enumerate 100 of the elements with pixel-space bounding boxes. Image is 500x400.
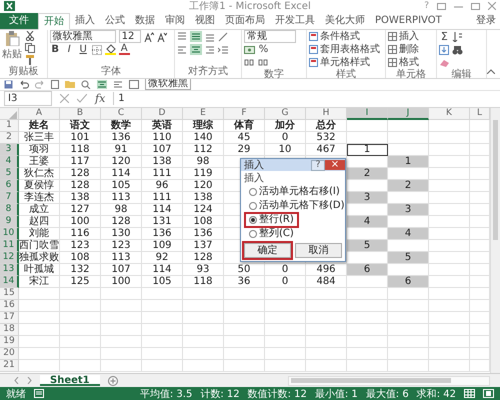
format-painter-icon[interactable] <box>25 54 35 65</box>
page-layout-view-icon[interactable] <box>483 389 494 398</box>
row-header[interactable]: 9 <box>0 216 19 228</box>
row-header[interactable]: 21 <box>0 360 19 372</box>
row-header[interactable]: 18 <box>0 324 19 336</box>
cells-menu-button[interactable]: 格式 <box>388 56 434 69</box>
row-header[interactable]: 12 <box>0 252 19 264</box>
normal-view-icon[interactable] <box>464 389 475 398</box>
decrease-decimal-icon[interactable] <box>258 58 269 68</box>
name-box[interactable]: I3 <box>4 91 52 106</box>
undo-icon[interactable] <box>19 80 29 89</box>
cells-menu-button[interactable]: 删除 <box>388 44 434 56</box>
styles-menu-button[interactable]: 单元格样式 <box>309 56 383 69</box>
row-header[interactable]: 17 <box>0 312 19 324</box>
row-header[interactable]: 5 <box>0 168 19 180</box>
column-header[interactable]: A <box>19 108 60 120</box>
decrease-font-size-icon[interactable] <box>156 32 167 42</box>
increase-decimal-icon[interactable] <box>244 58 255 68</box>
borders-icon[interactable] <box>129 80 139 89</box>
ribbon-tab[interactable]: 开发工具 <box>270 12 320 29</box>
underline-button[interactable]: U <box>78 44 89 56</box>
radio-option[interactable]: 活动单元格右移(I) <box>246 186 343 198</box>
collapse-ribbon-icon[interactable] <box>487 68 496 74</box>
row-header[interactable]: 10 <box>0 228 19 240</box>
maximize-icon[interactable] <box>471 2 480 10</box>
autosum-button[interactable]: Σ <box>439 31 450 42</box>
ribbon-tab[interactable]: POWERPIVOT <box>370 12 447 29</box>
increase-font-size-icon[interactable] <box>144 32 154 42</box>
align-left-icon[interactable] <box>113 80 123 89</box>
column-header[interactable]: J <box>388 108 429 120</box>
close-icon[interactable] <box>488 2 496 10</box>
styles-menu-button[interactable]: 条件格式 <box>309 30 383 43</box>
paste-button[interactable]: 粘贴 <box>2 30 22 61</box>
horizontal-scrollbar[interactable] <box>288 376 490 386</box>
ribbon-tab[interactable]: 视图 <box>190 12 220 29</box>
percent-button[interactable]: % <box>258 44 269 56</box>
row-header[interactable]: 1 <box>0 120 19 132</box>
radio-option[interactable]: 整行(R) <box>246 214 297 226</box>
column-header[interactable]: B <box>60 108 101 120</box>
borders-icon[interactable] <box>92 44 102 55</box>
row-header[interactable]: 7 <box>0 192 19 204</box>
font-size-field[interactable]: 12 <box>118 30 141 44</box>
copy-icon[interactable] <box>25 42 35 53</box>
styles-menu-button[interactable]: 套用表格格式 <box>309 44 383 56</box>
help-button[interactable]: ? <box>311 160 325 170</box>
save-icon[interactable] <box>4 80 13 89</box>
ribbon-tab[interactable]: 页面布局 <box>220 12 270 29</box>
row-header[interactable]: 15 <box>0 288 19 300</box>
insert-function-button[interactable]: fx <box>95 92 106 106</box>
ribbon-tab[interactable]: 插入 <box>70 12 100 29</box>
row-header[interactable]: 19 <box>0 336 19 348</box>
dialog-button[interactable]: 取消 <box>295 243 342 258</box>
previous-sheet-icon[interactable] <box>14 377 19 384</box>
ribbon-tab[interactable]: 审阅 <box>160 12 190 29</box>
font-color-button[interactable]: A <box>118 44 130 56</box>
row-header[interactable]: 13 <box>0 264 19 276</box>
new-file-icon[interactable] <box>51 80 59 89</box>
add-sheet-icon[interactable] <box>108 376 118 386</box>
indent-icon[interactable] <box>218 44 228 55</box>
sign-in-link[interactable]: 登录 <box>476 12 500 29</box>
align-left-icon[interactable] <box>176 44 187 55</box>
row-header[interactable]: 14 <box>0 276 19 288</box>
align-bottom-icon[interactable] <box>204 32 215 42</box>
column-header[interactable]: I <box>347 108 388 120</box>
row-header[interactable]: 8 <box>0 204 19 216</box>
row-header[interactable]: 2 <box>0 132 19 144</box>
ribbon-tab[interactable]: 文件 <box>0 12 38 29</box>
currency-icon[interactable] <box>244 44 255 55</box>
fill-color-icon[interactable] <box>104 44 116 56</box>
sheet-tab[interactable]: Sheet1 <box>40 375 100 386</box>
row-header[interactable]: 6 <box>0 180 19 192</box>
next-sheet-icon[interactable] <box>27 377 32 384</box>
ribbon-tab[interactable]: 开始 <box>38 12 70 30</box>
print-preview-icon[interactable] <box>81 80 91 89</box>
scissors-icon[interactable] <box>25 30 35 41</box>
checkmark-icon[interactable] <box>77 94 87 104</box>
row-header[interactable]: 20 <box>0 348 19 360</box>
macro-record-icon[interactable] <box>34 389 44 398</box>
align-middle-icon[interactable] <box>190 31 202 42</box>
align-right-icon[interactable] <box>204 44 215 55</box>
ribbon-tab[interactable]: 美化大师 <box>320 12 370 29</box>
dialog-button[interactable]: 确定 <box>244 243 291 258</box>
align-center-icon[interactable] <box>97 80 107 89</box>
column-header[interactable]: D <box>142 108 183 120</box>
ribbon-tab[interactable]: 公式 <box>100 12 130 29</box>
formula-input[interactable]: 1 <box>113 92 496 106</box>
italic-button[interactable]: I <box>64 44 75 56</box>
column-header[interactable]: F <box>224 108 265 120</box>
align-top-icon[interactable] <box>176 32 187 42</box>
close-button[interactable]: × <box>325 160 345 170</box>
row-header[interactable]: 11 <box>0 240 19 252</box>
cancel-icon[interactable] <box>60 94 69 104</box>
row-header[interactable]: 16 <box>0 300 19 312</box>
vertical-scrollbar[interactable] <box>490 108 500 373</box>
row-header[interactable]: 4 <box>0 156 19 168</box>
fill-down-icon[interactable] <box>439 44 450 55</box>
column-header[interactable]: E <box>183 108 224 120</box>
bold-button[interactable]: B <box>50 44 61 56</box>
text-orientation-icon[interactable] <box>218 32 228 42</box>
font-name-field[interactable]: 微软雅黑 <box>50 30 116 44</box>
